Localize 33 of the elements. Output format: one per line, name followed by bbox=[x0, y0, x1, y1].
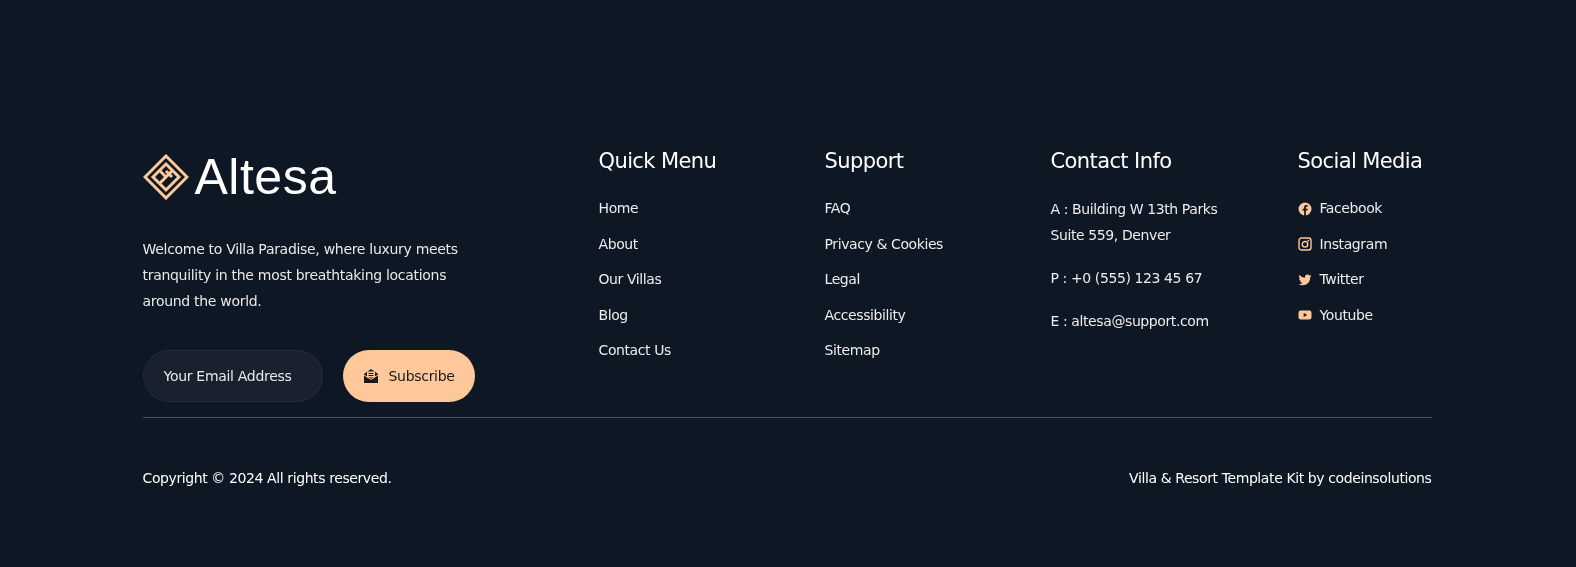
copyright-text: Copyright © 2024 All rights reserved. bbox=[142, 470, 392, 486]
column-heading: Social Media bbox=[1297, 148, 1424, 175]
brand-name: Altesa bbox=[194, 152, 337, 202]
social-link[interactable]: Instagram bbox=[1319, 233, 1388, 255]
bird-icon bbox=[1297, 272, 1312, 287]
brand-description: Welcome to Villa Paradise, where luxury meets tranquility in the most breathtaking locations around the world. bbox=[142, 240, 459, 311]
column-heading: Support bbox=[824, 148, 905, 175]
social-link[interactable]: Facebook bbox=[1319, 198, 1383, 220]
support-link[interactable]: Accessibility bbox=[824, 304, 906, 326]
instagram-icon bbox=[1297, 237, 1312, 252]
social-link[interactable]: Twitter bbox=[1319, 269, 1364, 291]
subscribe-button[interactable]: Subscribe bbox=[342, 350, 475, 402]
support-link[interactable]: Privacy & Cookies bbox=[824, 233, 944, 255]
credit-text: Villa & Resort Template Kit by codeinsolutions bbox=[1129, 470, 1432, 486]
menu-link[interactable]: Our Villas bbox=[598, 269, 662, 291]
email-field[interactable]: Your Email Address bbox=[142, 350, 323, 402]
support-link[interactable]: Legal bbox=[824, 269, 861, 291]
menu-link[interactable]: Home bbox=[598, 198, 639, 220]
play-icon bbox=[1297, 308, 1312, 323]
menu-link[interactable]: Blog bbox=[598, 304, 628, 326]
column-heading: Contact Info bbox=[1050, 148, 1173, 175]
facebook-icon bbox=[1297, 201, 1312, 216]
envelope-icon bbox=[362, 368, 379, 384]
contact-detail: P : +0 (555) 123 45 67 bbox=[1050, 269, 1204, 288]
contact-detail: E : altesa@support.com bbox=[1050, 312, 1210, 331]
social-link[interactable]: Youtube bbox=[1319, 304, 1373, 326]
menu-link[interactable]: About bbox=[598, 233, 638, 255]
support-link[interactable]: Sitemap bbox=[824, 340, 880, 362]
contact-detail: A : Building W 13th Parks Suite 559, Denver bbox=[1050, 200, 1219, 245]
logo-icon bbox=[142, 154, 189, 200]
column-heading: Quick Menu bbox=[598, 148, 718, 175]
support-link[interactable]: FAQ bbox=[824, 198, 851, 220]
menu-link[interactable]: Contact Us bbox=[598, 340, 671, 362]
